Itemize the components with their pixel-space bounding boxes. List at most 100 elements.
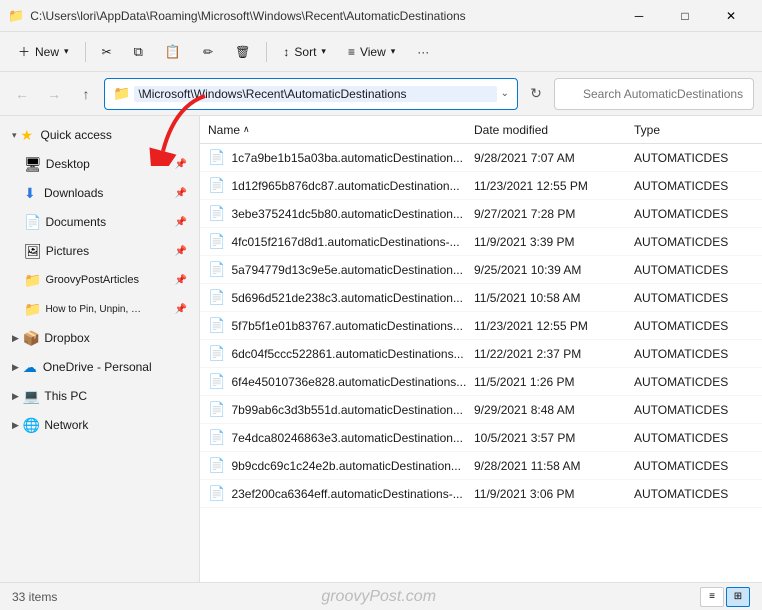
network-icon: 🌐 xyxy=(23,417,40,434)
dropbox-chevron: ▶ xyxy=(12,333,19,344)
more-button[interactable]: ··· xyxy=(407,36,439,68)
file-icon: 📄 xyxy=(208,485,225,502)
table-row[interactable]: 📄 5a794779d13c9e5e.automaticDestination.… xyxy=(200,256,762,284)
pin-icon-howtopin: 📌 xyxy=(175,304,187,315)
table-row[interactable]: 📄 6f4e45010736e828.automaticDestinations… xyxy=(200,368,762,396)
file-icon: 📄 xyxy=(208,401,225,418)
back-button[interactable]: ← xyxy=(8,80,36,108)
table-row[interactable]: 📄 7e4dca80246863e3.automaticDestination.… xyxy=(200,424,762,452)
file-type: AUTOMATICDES xyxy=(634,179,754,193)
rename-button[interactable]: ✏ xyxy=(193,36,223,68)
sidebar-item-documents[interactable]: 📄 Documents 📌 xyxy=(4,208,195,236)
sidebar-section-thispc[interactable]: ▶ 💻 This PC xyxy=(4,382,195,410)
file-icon: 📄 xyxy=(208,149,225,166)
address-bar-input[interactable]: 📁 \Microsoft\Windows\Recent\AutomaticDes… xyxy=(104,78,518,110)
paste-button[interactable]: 📋 xyxy=(155,36,191,68)
file-icon: 📄 xyxy=(208,345,225,362)
sidebar-section-network[interactable]: ▶ 🌐 Network xyxy=(4,411,195,439)
search-input[interactable] xyxy=(554,78,754,110)
file-date: 11/5/2021 10:58 AM xyxy=(474,291,634,305)
thispc-chevron: ▶ xyxy=(12,391,19,402)
up-button[interactable]: ↑ xyxy=(72,80,100,108)
sort-button[interactable]: ↕ Sort ▾ xyxy=(273,36,336,68)
delete-button[interactable]: 🗑 xyxy=(225,36,260,68)
file-type: AUTOMATICDES xyxy=(634,263,754,277)
sidebar-section-onedrive[interactable]: ▶ ☁ OneDrive - Personal xyxy=(4,353,195,381)
file-icon: 📄 xyxy=(208,373,225,390)
table-row[interactable]: 📄 1d12f965b876dc87.automaticDestination.… xyxy=(200,172,762,200)
onedrive-icon: ☁ xyxy=(23,359,39,376)
file-name: 5f7b5f1e01b83767.automaticDestinations..… xyxy=(231,319,474,333)
sidebar-section-quick-access[interactable]: ▾ ★ Quick access xyxy=(4,121,195,149)
file-area: Name ∧ Date modified Type 📄 1c7a9be1b15a… xyxy=(200,116,762,582)
column-name-header[interactable]: Name ∧ xyxy=(208,123,474,137)
forward-button[interactable]: → xyxy=(40,80,68,108)
file-date: 9/27/2021 7:28 PM xyxy=(474,207,634,221)
file-type: AUTOMATICDES xyxy=(634,235,754,249)
file-icon: 📄 xyxy=(208,177,225,194)
pin-icon-downloads: 📌 xyxy=(175,188,187,199)
minimize-button[interactable]: ─ xyxy=(616,0,662,32)
table-row[interactable]: 📄 5d696d521de238c3.automaticDestination.… xyxy=(200,284,762,312)
sidebar-item-groovypost[interactable]: 📁 GroovyPostArticles 📌 xyxy=(4,266,195,294)
table-row[interactable]: 📄 6dc04f5ccc522861.automaticDestinations… xyxy=(200,340,762,368)
sidebar-item-howtopin[interactable]: 📁 How to Pin, Unpin, Hide, and Re 📌 xyxy=(4,295,195,323)
view-button[interactable]: ≡ View ▾ xyxy=(338,36,405,68)
copy-button[interactable]: ⧉ xyxy=(124,36,153,68)
file-name: 5a794779d13c9e5e.automaticDestination... xyxy=(231,263,474,277)
separator-1 xyxy=(85,42,86,62)
sidebar: ▾ ★ Quick access 🖥 Desktop 📌 ⬇ Downloads… xyxy=(0,116,200,582)
table-row[interactable]: 📄 9b9cdc69c1c24e2b.automaticDestination.… xyxy=(200,452,762,480)
file-type: AUTOMATICDES xyxy=(634,151,754,165)
refresh-button[interactable]: ↻ xyxy=(522,80,550,108)
file-name: 23ef200ca6364eff.automaticDestinations-.… xyxy=(231,487,474,501)
table-row[interactable]: 📄 4fc015f2167d8d1.automaticDestinations-… xyxy=(200,228,762,256)
file-icon: 📄 xyxy=(208,289,225,306)
address-folder-icon: 📁 xyxy=(113,85,130,102)
sidebar-section-dropbox[interactable]: ▶ 📦 Dropbox xyxy=(4,324,195,352)
file-name: 7e4dca80246863e3.automaticDestination... xyxy=(231,431,474,445)
column-type-header[interactable]: Type xyxy=(634,123,754,137)
quick-access-star-icon: ★ xyxy=(21,127,37,144)
table-row[interactable]: 📄 23ef200ca6364eff.automaticDestinations… xyxy=(200,480,762,508)
file-date: 11/9/2021 3:06 PM xyxy=(474,487,634,501)
sidebar-item-pictures[interactable]: 🖼 Pictures 📌 xyxy=(4,237,195,265)
sidebar-item-downloads[interactable]: ⬇ Downloads 📌 xyxy=(4,179,195,207)
window-controls: ─ □ ✕ xyxy=(616,0,754,32)
table-row[interactable]: 📄 5f7b5f1e01b83767.automaticDestinations… xyxy=(200,312,762,340)
sort-dropdown-icon: ▾ xyxy=(321,46,326,57)
delete-icon: 🗑 xyxy=(235,45,250,59)
table-row[interactable]: 📄 3ebe375241dc5b80.automaticDestination.… xyxy=(200,200,762,228)
cut-button[interactable]: ✂ xyxy=(92,36,122,68)
column-date-header[interactable]: Date modified xyxy=(474,123,634,137)
address-chevron-icon[interactable]: ⌄ xyxy=(501,88,509,99)
sort-icon: ↕ xyxy=(283,45,289,59)
new-icon: ＋ xyxy=(18,43,30,60)
copy-icon: ⧉ xyxy=(134,44,143,60)
table-row[interactable]: 📄 1c7a9be1b15a03ba.automaticDestination.… xyxy=(200,144,762,172)
file-date: 9/25/2021 10:39 AM xyxy=(474,263,634,277)
maximize-button[interactable]: □ xyxy=(662,0,708,32)
watermark-text: groovyPost.com xyxy=(65,588,692,606)
details-view-button[interactable]: ≡ xyxy=(700,587,724,607)
file-name: 5d696d521de238c3.automaticDestination... xyxy=(231,291,474,305)
pictures-icon: 🖼 xyxy=(24,243,42,260)
file-name: 6f4e45010736e828.automaticDestinations..… xyxy=(231,375,474,389)
new-dropdown-icon: ▾ xyxy=(64,46,69,57)
new-button[interactable]: ＋ New ▾ xyxy=(8,36,79,68)
more-icon: ··· xyxy=(417,45,429,59)
sidebar-item-desktop[interactable]: 🖥 Desktop 📌 xyxy=(4,150,195,178)
tiles-view-button[interactable]: ⊞ xyxy=(726,587,750,607)
howtopin-icon: 📁 xyxy=(24,301,41,318)
table-row[interactable]: 📄 7b99ab6c3d3b551d.automaticDestination.… xyxy=(200,396,762,424)
file-type: AUTOMATICDES xyxy=(634,403,754,417)
separator-2 xyxy=(266,42,267,62)
close-button[interactable]: ✕ xyxy=(708,0,754,32)
pin-icon-documents: 📌 xyxy=(175,217,187,228)
file-list: 📄 1c7a9be1b15a03ba.automaticDestination.… xyxy=(200,144,762,582)
desktop-icon: 🖥 xyxy=(24,156,42,173)
file-date: 11/22/2021 2:37 PM xyxy=(474,347,634,361)
toolbar: ＋ New ▾ ✂ ⧉ 📋 ✏ 🗑 ↕ Sort ▾ ≡ View ▾ ··· xyxy=(0,32,762,72)
file-type: AUTOMATICDES xyxy=(634,375,754,389)
cut-icon: ✂ xyxy=(102,45,112,59)
